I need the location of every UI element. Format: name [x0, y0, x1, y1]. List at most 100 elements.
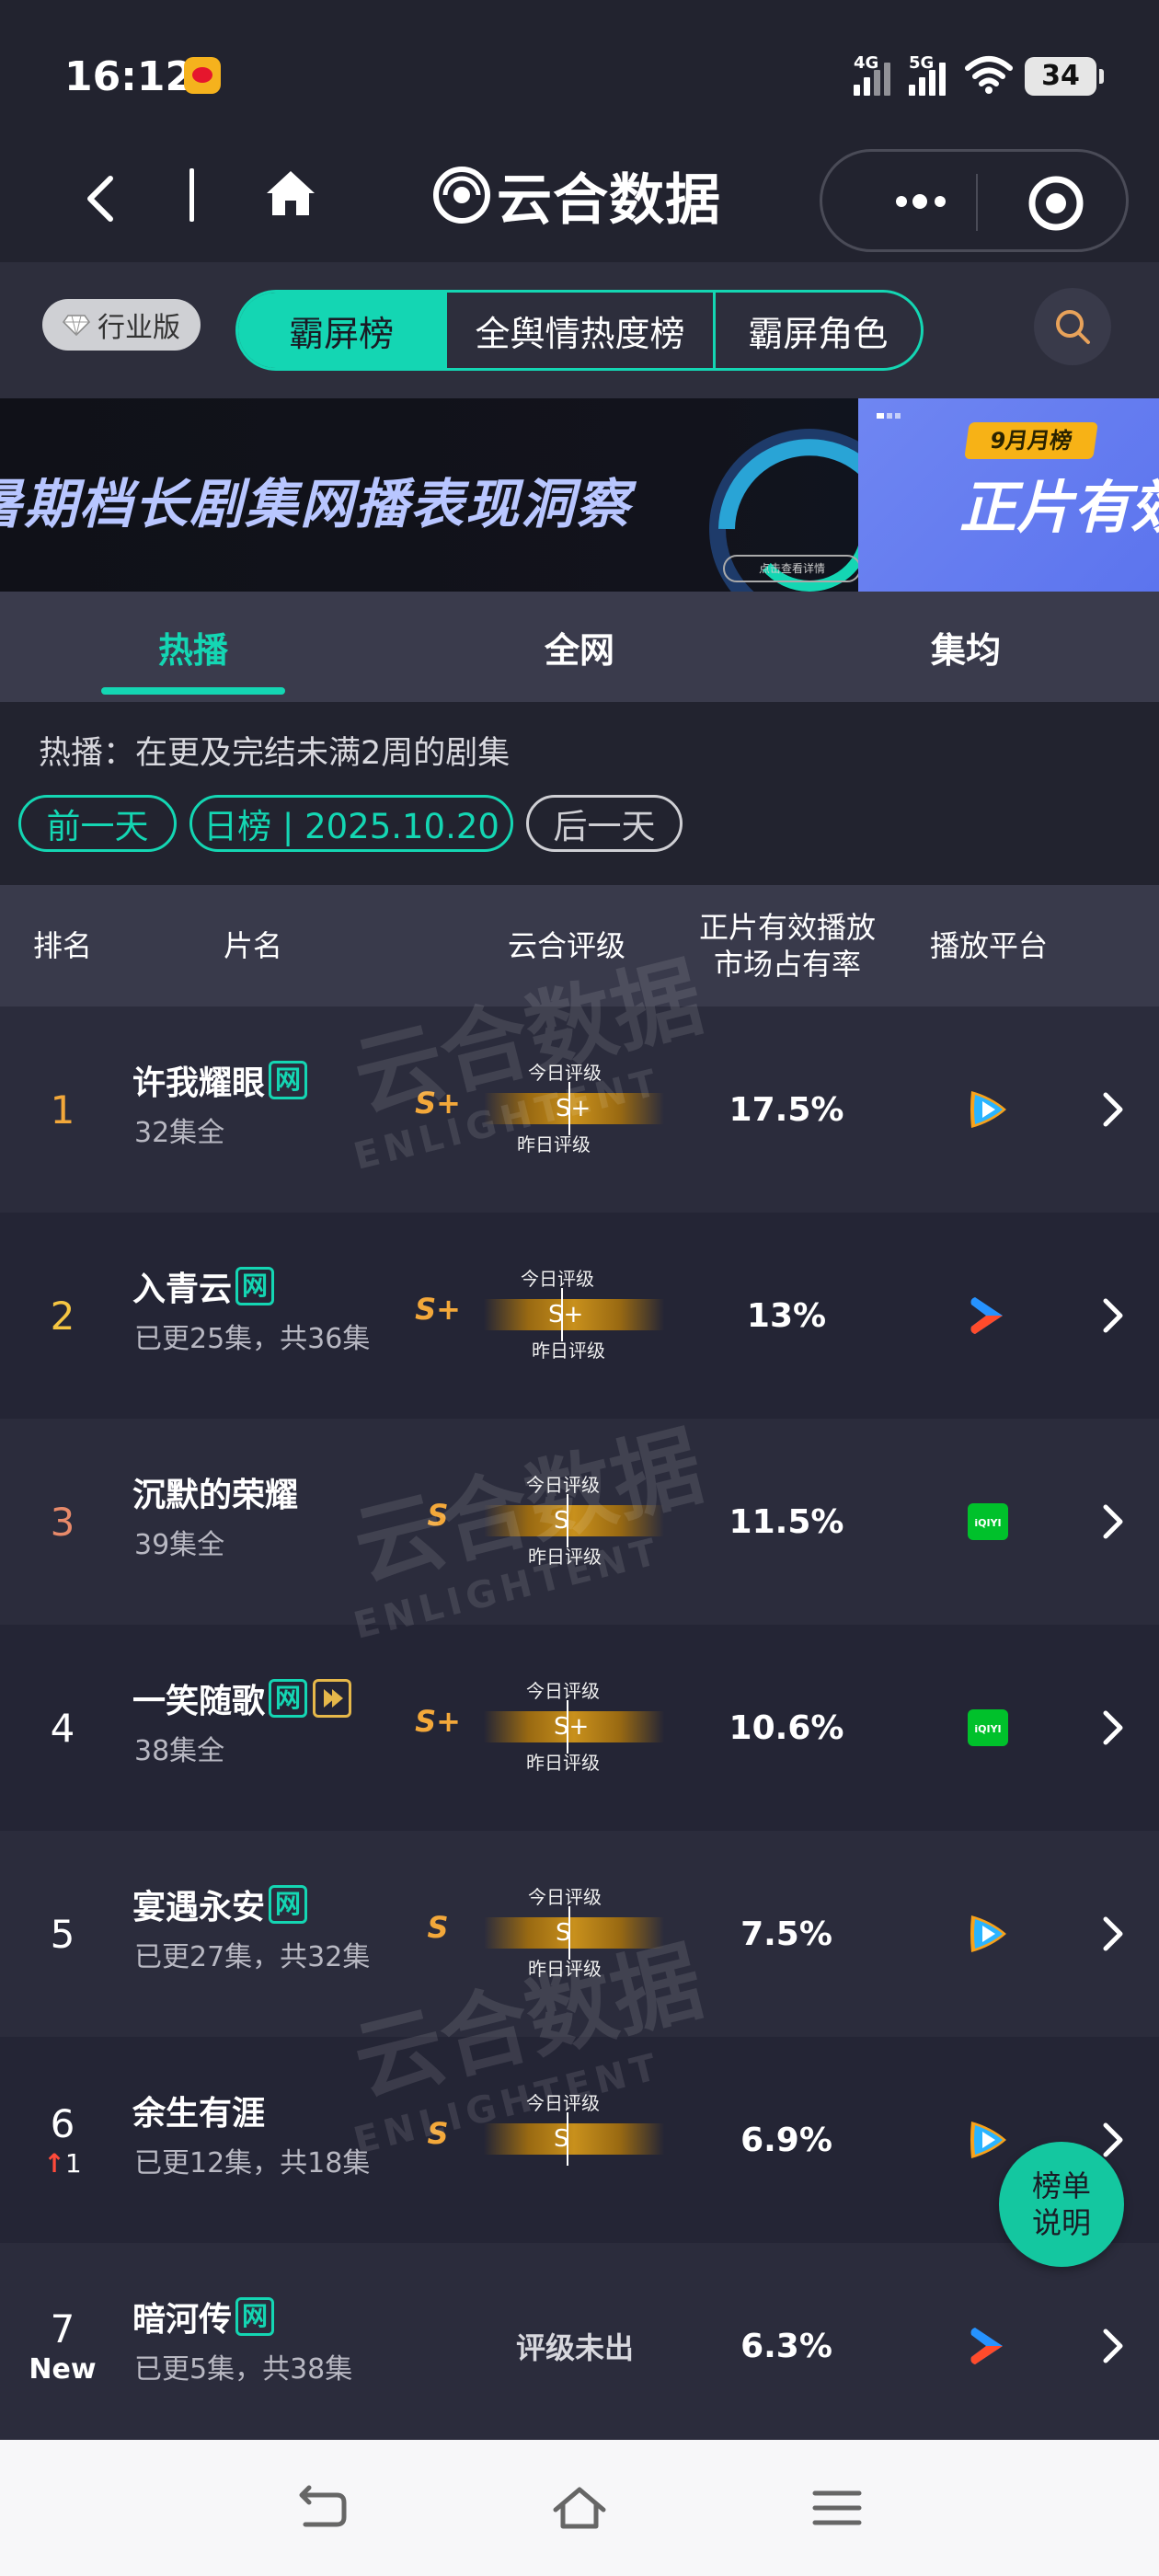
segment-bapingjuese[interactable]: 霸屏角色	[712, 293, 921, 368]
yesterday-rating-label: 昨日评级	[532, 1340, 605, 1362]
drama-title-text: 许我耀眼	[132, 1064, 266, 1102]
promo-banner[interactable]: 暑期档长剧集网播表现洞察 点击查看详情 9月月榜 正片有效	[0, 398, 1159, 592]
rating-gradient	[484, 1917, 664, 1949]
banner-detail-button[interactable]: 点击查看详情	[723, 555, 861, 582]
episode-info: 已更12集，共18集	[134, 2147, 371, 2179]
rank-change: ↑1	[43, 2148, 82, 2179]
table-row[interactable]: 6 ↑1 余生有涯 已更12集，共18集 S 今日评级 S 6.9%	[0, 2037, 1159, 2243]
wifi-icon	[965, 56, 1013, 94]
industry-version-label: 行业版	[98, 312, 180, 344]
monthly-banner[interactable]: 9月月榜 正片有效	[858, 398, 1159, 592]
rank-cell: 6 ↑1	[18, 2037, 107, 2243]
today-rating-value: S+	[556, 1095, 591, 1122]
fab-line1: 榜单	[1031, 2168, 1091, 2203]
rank-number: 3	[50, 1499, 75, 1545]
market-share: 6.9%	[740, 2121, 832, 2159]
diamond-icon	[63, 315, 90, 336]
episode-info: 32集全	[134, 1117, 225, 1149]
home-icon[interactable]	[263, 166, 318, 221]
rating-pending: 评级未出	[515, 2330, 634, 2365]
table-row[interactable]: 2 入青云网 已更25集，共36集 S+ 今日评级 S+ 昨日评级 13%	[0, 1213, 1159, 1419]
industry-version-button[interactable]: 行业版	[42, 299, 201, 351]
table-row[interactable]: 1 许我耀眼网 32集全 S+ 今日评级 S+ 昨日评级 17.5%	[0, 1006, 1159, 1213]
web-drama-badge: 网	[269, 1885, 308, 1924]
rating-bar: 今日评级 S+ 昨日评级	[480, 1674, 664, 1783]
chevron-right-icon[interactable]	[1100, 2326, 1126, 2366]
rank-cell: 5	[18, 1831, 107, 2037]
chevron-right-icon[interactable]	[1100, 1089, 1126, 1130]
drama-title: 余生有涯	[132, 2087, 265, 2134]
rating-bar: 今日评级 S 昨日评级	[480, 1880, 664, 1989]
table-row[interactable]: 3 沉默的荣耀 39集全 S 今日评级 S 昨日评级 11.5% iQIYI	[0, 1419, 1159, 1625]
youku-icon	[970, 1297, 1003, 1334]
tab-jijun[interactable]: 集均	[773, 592, 1159, 702]
rank-cell: 4	[18, 1625, 107, 1831]
chevron-right-icon[interactable]	[1100, 1295, 1126, 1336]
chevron-right-icon[interactable]	[1100, 2120, 1126, 2160]
market-share: 10.6%	[729, 1708, 844, 1747]
table-row[interactable]: 4 一笑随歌网 38集全 S+ 今日评级 S+ 昨日评级 10.6% iQIYI	[0, 1625, 1159, 1831]
segment-bapingbang[interactable]: 霸屏榜	[238, 293, 445, 368]
chevron-right-icon[interactable]	[1100, 1708, 1126, 1748]
ranking-explanation-button[interactable]: 榜单 说明	[999, 2142, 1124, 2267]
chevron-right-icon[interactable]	[1100, 1501, 1126, 1542]
drama-title: 许我耀眼网	[132, 1056, 308, 1104]
signal-4g-icon: 4G	[854, 53, 898, 96]
header-share: 正片有效播放 市场占有率	[686, 885, 889, 1006]
rank-up-arrow-icon: ↑	[43, 2148, 65, 2179]
tencent-video-icon	[970, 2122, 1006, 2158]
rank-number: 1	[50, 1087, 75, 1133]
episode-info: 已更5集，共38集	[134, 2353, 353, 2386]
header-rank: 排名	[32, 928, 92, 963]
web-drama-badge: 网	[269, 1061, 308, 1099]
rank-cell: 7 New	[18, 2243, 107, 2449]
market-share: 7.5%	[740, 1915, 832, 1953]
rating-gradient	[484, 1505, 664, 1536]
nav-divider	[189, 168, 194, 222]
banner-headline: 暑期档长剧集网播表现洞察	[0, 473, 632, 535]
fab-line2: 说明	[1031, 2205, 1091, 2240]
system-back-icon[interactable]	[293, 2478, 351, 2537]
miniapp-capsule	[820, 149, 1129, 252]
market-share: 6.3%	[740, 2327, 832, 2365]
search-button[interactable]	[1034, 288, 1111, 365]
table-row[interactable]: 7 New 暗河传网 已更5集，共38集 评级未出 6.3%	[0, 2243, 1159, 2449]
rank-number: 5	[50, 1911, 75, 1957]
tab-rebo[interactable]: 热播	[0, 592, 386, 702]
drama-title: 宴遇永安网	[132, 1880, 308, 1928]
table-row[interactable]: 5 宴遇永安网 已更27集，共32集 S 今日评级 S 昨日评级 7.5%	[0, 1831, 1159, 2037]
web-drama-badge: 网	[235, 1267, 275, 1305]
rating-grade: S	[427, 1498, 449, 1533]
yesterday-rating-label: 昨日评级	[528, 1546, 602, 1568]
date-selector[interactable]: 日榜 | 2025.10.20	[189, 795, 513, 852]
ranking-type-switch: 霸屏榜 全舆情热度榜 霸屏角色	[235, 290, 924, 371]
tab-quanwang[interactable]: 全网	[386, 592, 773, 702]
episode-info: 39集全	[134, 1529, 225, 1561]
rank-number: 4	[50, 1705, 75, 1751]
system-menu-icon[interactable]	[808, 2478, 866, 2537]
today-rating-value: S	[554, 2125, 569, 2153]
back-icon[interactable]	[79, 171, 125, 226]
drama-title-text: 宴遇永安	[132, 1889, 266, 1926]
prev-day-button[interactable]: 前一天	[18, 795, 177, 852]
market-share: 17.5%	[729, 1090, 844, 1129]
rating-grade: S+	[415, 1704, 461, 1739]
next-day-button[interactable]: 后一天	[526, 795, 683, 852]
header-share-line1: 正片有效播放	[698, 910, 876, 945]
yunhe-logo-icon	[433, 167, 490, 224]
close-miniapp-icon[interactable]	[1027, 174, 1085, 233]
drama-title-text: 余生有涯	[132, 2095, 266, 2133]
rating-bar: 今日评级 S	[480, 2087, 664, 2195]
segment-quanyuqing[interactable]: 全舆情热度榜	[444, 293, 713, 368]
more-icon[interactable]	[866, 183, 977, 220]
rank-number: 7	[50, 2306, 75, 2352]
system-home-icon[interactable]	[550, 2478, 609, 2537]
battery-indicator: 34	[1025, 57, 1104, 96]
drama-title-text: 入青云	[132, 1271, 233, 1308]
rank-cell: 2	[18, 1213, 107, 1419]
rank-new-badge: New	[29, 2353, 97, 2386]
rating-grade: S+	[415, 1292, 461, 1327]
chevron-right-icon[interactable]	[1100, 1914, 1126, 1954]
svg-text:iQIYI: iQIYI	[974, 1723, 1001, 1735]
rank-number: 2	[50, 1293, 75, 1339]
